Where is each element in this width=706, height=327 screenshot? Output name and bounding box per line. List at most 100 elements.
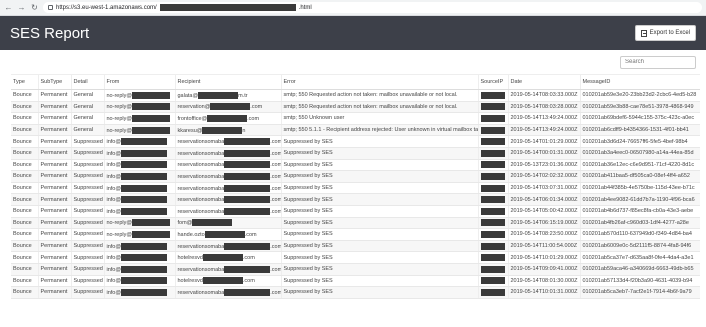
cell-type-text: Bounce [13, 150, 32, 157]
cell-recipient: reservation@ .com [174, 101, 281, 114]
cell-type: Bounce [11, 251, 38, 264]
cell-subtype-text: Permanent [40, 138, 68, 145]
cell-subtype-text: Permanent [40, 231, 68, 238]
cell-type-text: Bounce [13, 219, 32, 226]
cell-detail: Suppressed [70, 240, 104, 253]
cell-from-text: info@ [106, 139, 121, 146]
cell-sourceip [477, 263, 508, 276]
table-row: Bounce Permanent General no-reply@ reservati… [11, 101, 700, 114]
cell-type: Bounce [11, 124, 38, 137]
cell-detail-text: Suppressed [73, 219, 103, 226]
redaction [224, 149, 271, 157]
column-header-recipient[interactable]: Recipient [174, 74, 281, 90]
redaction [202, 277, 243, 285]
redaction [224, 207, 271, 215]
redaction [131, 103, 170, 111]
export-icon [640, 29, 647, 37]
search-input[interactable] [620, 55, 696, 69]
cell-type-text: Bounce [13, 185, 32, 192]
cell-date: 2019-05-14T09:09:41.000Z [507, 263, 580, 276]
cell-error-text: Suppressed by SES [283, 219, 333, 226]
cell-type-text: Bounce [13, 208, 32, 215]
cell-error: Suppressed by SES [280, 240, 478, 253]
column-header-from[interactable]: From [103, 74, 175, 90]
cell-messageid: 010201ab44f385b-4e5750be-115d-43ee-b71c [579, 182, 700, 195]
cell-recipient: reservationsomaba .com [174, 170, 281, 183]
cell-recipient-text: reservationsomaba [177, 139, 225, 146]
redaction [224, 242, 271, 250]
redaction [480, 196, 505, 204]
cell-messageid: 010201ab4fb26af-c960d03-1df4-4277-a28e [579, 217, 700, 230]
cell-date-text: 2019-05-14T08:03:33.000Z [510, 92, 578, 99]
column-header-detail[interactable]: Detail [70, 74, 104, 90]
cell-type-text: Bounce [13, 115, 32, 122]
cell-date: 2019-05-14T00:01:31.000Z [507, 147, 580, 160]
cell-date: 2019-05-14T11:00:54.000Z [507, 240, 580, 253]
cell-recipient: reservationsomaba .com [174, 193, 281, 206]
cell-from: no-reply@ [103, 217, 175, 230]
table-row: Bounce Permanent Suppressed info@ reservatio… [11, 263, 700, 276]
cell-from: info@ [103, 182, 175, 195]
cell-from-text: no-reply@ [106, 115, 132, 122]
report-table-wrapper: Type SubType Detail From Recipient Error Sourc… [0, 74, 706, 299]
cell-from-text: info@ [106, 162, 121, 169]
forward-arrow-icon[interactable]: → [17, 3, 26, 12]
cell-from-text: no-reply@ [106, 220, 132, 227]
redaction [480, 149, 505, 157]
report-header: SES Report Export to Excel [0, 16, 706, 50]
cell-error: Suppressed by SES [280, 193, 478, 206]
cell-error-text: Suppressed by SES [283, 289, 333, 296]
column-header-date[interactable]: Date [507, 74, 580, 90]
cell-recipient-domain: m.tr [238, 92, 248, 99]
table-row: Bounce Permanent Suppressed info@ reservatio… [11, 159, 700, 172]
cell-recipient-text: reservationsomaba [177, 173, 225, 180]
cell-date-text: 2019-05-14T00:01:31.000Z [510, 150, 578, 157]
cell-detail-text: Suppressed [73, 289, 103, 296]
back-arrow-icon[interactable]: ← [4, 3, 13, 12]
cell-subtype: Permanent [37, 101, 71, 114]
cell-detail-text: Suppressed [73, 161, 103, 168]
cell-from-text: info@ [106, 173, 121, 180]
redaction [120, 196, 167, 204]
cell-messageid: 010201ab69bdef6-5944c155-375c-423c-a0ec [579, 112, 700, 125]
table-row: Bounce Permanent Suppressed info@ reservatio… [11, 205, 700, 218]
cell-recipient: frontoffice@ .com [174, 112, 281, 125]
cell-recipient: fom@ [174, 217, 281, 230]
cell-detail-text: Suppressed [73, 231, 103, 238]
cell-from-text: info@ [106, 208, 121, 215]
cell-recipient-domain: .com [270, 139, 281, 146]
cell-date: 2019-05-14T08:01:30.000Z [507, 275, 580, 288]
cell-messageid-text: 010201ab59aca46-a340669d-6663-49db-b65 [582, 266, 694, 273]
cell-type: Bounce [11, 263, 38, 276]
cell-type-text: Bounce [13, 92, 32, 99]
cell-date-text: 2019-05-14T02:02:32.000Z [510, 173, 578, 180]
cell-messageid: 010201ab59e3e20-23bb23d2-2cbc6-4ed5-b28 [579, 89, 700, 102]
column-header-error[interactable]: Error [280, 74, 478, 90]
cell-from: no-reply@ [103, 228, 175, 241]
cell-date-text: 2019-05-14T08:01:30.000Z [510, 277, 578, 284]
cell-from: info@ [103, 251, 175, 264]
address-bar[interactable]: https://s3.eu-west-1.amazonaws.com/ .htm… [43, 2, 702, 13]
cell-date: 2019-05-14T13:49:24.000Z [507, 112, 580, 125]
cell-messageid: 010201ab59aca46-a340669d-6663-49db-b65 [579, 263, 700, 276]
cell-messageid-text: 010201ab5ca3eb7-7acf2e1f-7914-4b6f-9a79 [582, 289, 692, 296]
cell-subtype: Permanent [37, 228, 71, 241]
cell-error-text: Suppressed by SES [283, 196, 333, 203]
cell-sourceip [477, 101, 508, 114]
cell-detail: Suppressed [70, 228, 104, 241]
redaction [120, 277, 167, 285]
cell-detail: Suppressed [70, 251, 104, 264]
cell-from-text: info@ [106, 278, 121, 285]
cell-from-text: info@ [106, 185, 121, 192]
cell-error: smtp; 550 5.1.1 - Recipient address reje… [280, 124, 478, 137]
column-header-subtype[interactable]: SubType [37, 74, 71, 90]
cell-from: info@ [103, 159, 175, 172]
reload-icon[interactable]: ↻ [30, 3, 39, 12]
column-header-messageid[interactable]: MessageID [579, 74, 700, 90]
cell-subtype: Permanent [37, 275, 71, 288]
export-excel-button[interactable]: Export to Excel [634, 25, 696, 41]
column-header-sourceip[interactable]: SourceIP [477, 74, 508, 90]
column-header-type[interactable]: Type [11, 74, 38, 90]
cell-subtype: Permanent [37, 286, 71, 299]
cell-recipient-text: reservationsomaba [177, 197, 225, 204]
